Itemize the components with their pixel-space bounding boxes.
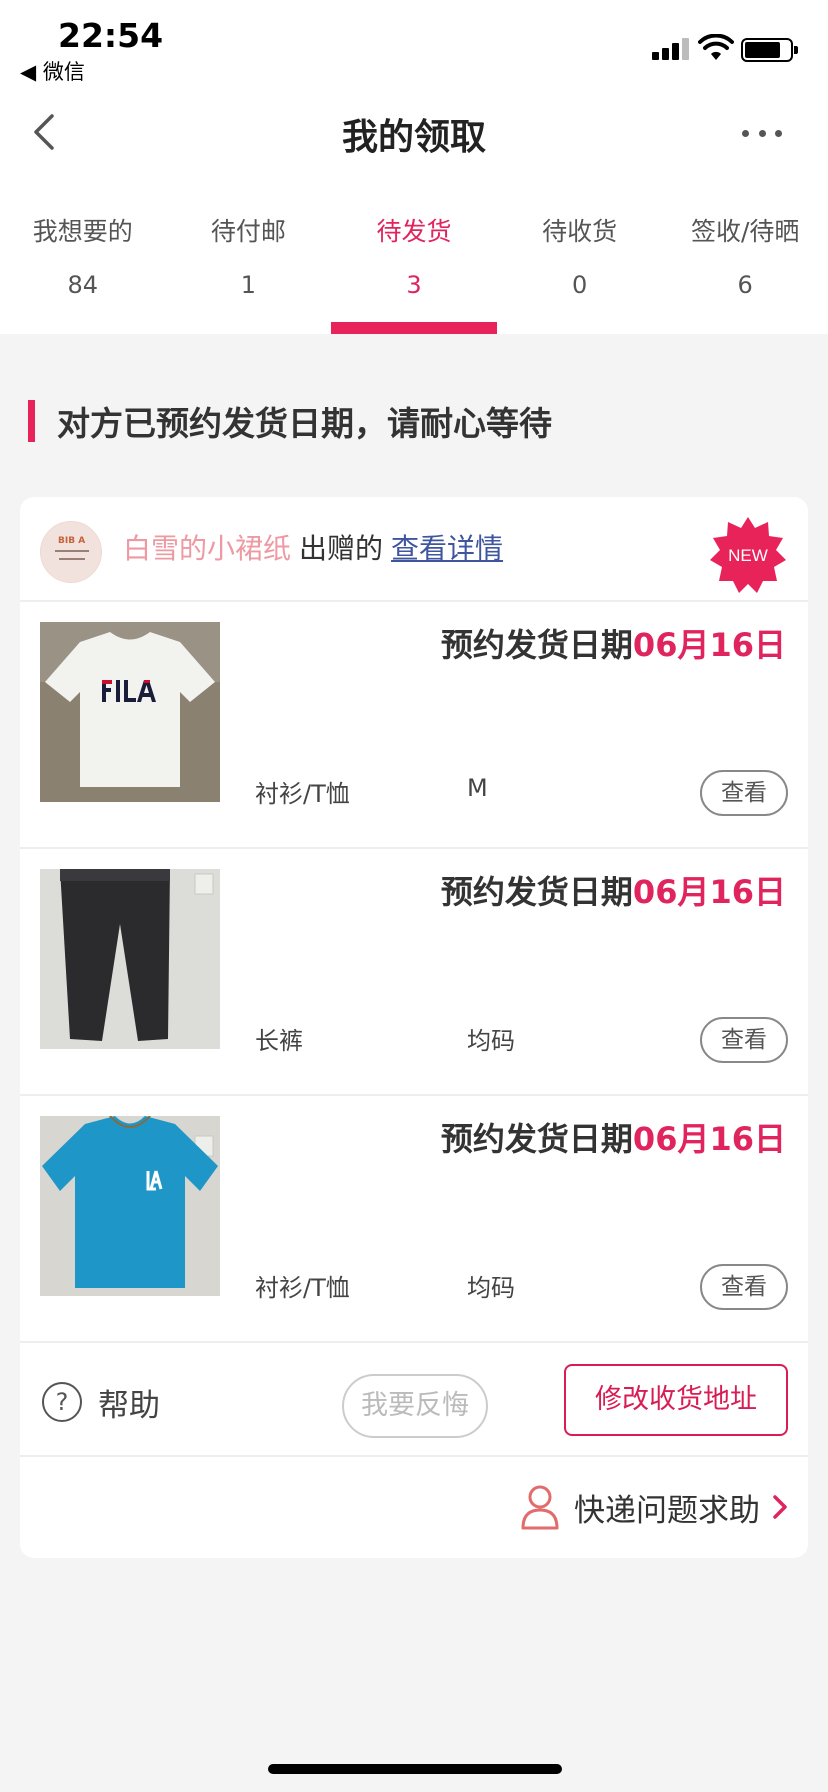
black-pants-photo <box>40 869 220 1049</box>
giver-info: 白雪的小裙纸 出赠的 查看详情 <box>123 529 503 569</box>
action-row: ? 帮助 我要反悔 修改收货地址 <box>20 1344 808 1457</box>
date-label: 预约发货日期 <box>440 1120 633 1158</box>
tab-count: 84 <box>67 271 99 299</box>
view-button[interactable]: 查看 <box>700 1264 788 1310</box>
fila-tshirt-photo <box>40 622 220 802</box>
view-button[interactable]: 查看 <box>700 1017 788 1063</box>
order-card: BIB A 白雪的小裙纸 出赠的 查看详情 NEW 预约发货日期06月16日 衬衫/… <box>20 497 808 1558</box>
battery-icon <box>741 38 798 62</box>
avatar[interactable]: BIB A <box>40 521 102 583</box>
tab-bar: 我想要的 84 待付邮 1 待发货 3 待收货 0 签收/待晒 6 <box>0 212 828 334</box>
tab-pending-receipt[interactable]: 待收货 0 <box>497 212 663 334</box>
tab-pending-postage[interactable]: 待付邮 1 <box>166 212 332 334</box>
tab-count: 6 <box>737 271 753 299</box>
express-help-link[interactable]: 快递问题求助 <box>520 1481 788 1533</box>
notice-text: 对方已预约发货日期，请耐心等待 <box>57 404 552 443</box>
item-category: 衬衫/T恤 <box>255 780 350 808</box>
wifi-icon <box>698 34 734 60</box>
help-icon[interactable]: ? <box>42 1382 82 1422</box>
date-value: 06月16日 <box>632 1120 786 1158</box>
shipment-notice: 对方已预约发货日期，请耐心等待 <box>28 400 552 443</box>
new-badge-icon: NEW <box>710 517 786 593</box>
express-help-row: 快递问题求助 <box>20 1457 808 1558</box>
help-label[interactable]: 帮助 <box>98 1380 160 1425</box>
person-icon <box>521 1485 559 1530</box>
item-category: 长裤 <box>255 1027 303 1055</box>
tab-count: 0 <box>571 271 588 299</box>
back-to-wechat-link[interactable]: ◀ 微信 <box>20 56 85 86</box>
scheduled-ship-date: 预约发货日期06月16日 <box>441 867 786 913</box>
view-details-link[interactable]: 查看详情 <box>391 532 503 565</box>
express-help-label: 快递问题求助 <box>574 1492 760 1529</box>
tab-wanted[interactable]: 我想要的 84 <box>0 212 166 334</box>
date-label: 预约发货日期 <box>440 873 633 911</box>
item-size: 均码 <box>467 1027 515 1055</box>
tab-count: 1 <box>240 271 257 299</box>
page-title: 我的领取 <box>341 117 486 158</box>
tab-label: 待付邮 <box>210 217 286 246</box>
item-size: M <box>467 774 488 802</box>
tab-count: 3 <box>406 271 422 299</box>
scheduled-ship-date: 预约发货日期06月16日 <box>441 1114 786 1160</box>
giver-verb: 出赠的 <box>299 532 384 565</box>
item-category: 衬衫/T恤 <box>255 1274 350 1302</box>
list-item: 预约发货日期06月16日 长裤 均码 查看 <box>20 849 808 1096</box>
list-item: 预约发货日期06月16日 衬衫/T恤 均码 查看 <box>20 1096 808 1343</box>
notice-accent-bar <box>28 400 35 442</box>
tab-signed-share[interactable]: 签收/待晒 6 <box>662 212 828 334</box>
home-indicator[interactable] <box>268 1764 562 1774</box>
tab-label: 待发货 <box>376 217 452 246</box>
chevron-right-icon <box>773 1495 787 1519</box>
date-value: 06月16日 <box>632 873 786 911</box>
new-badge-label: NEW <box>728 546 768 565</box>
change-address-button[interactable]: 修改收货地址 <box>564 1364 788 1436</box>
list-item: 预约发货日期06月16日 衬衫/T恤 M 查看 <box>20 602 808 849</box>
giver-row: BIB A 白雪的小裙纸 出赠的 查看详情 NEW <box>20 497 808 602</box>
more-options-icon[interactable] <box>742 118 782 148</box>
status-time: 22:54 <box>58 16 164 55</box>
giver-name[interactable]: 白雪的小裙纸 <box>123 532 291 565</box>
scheduled-ship-date: 预约发货日期06月16日 <box>441 620 786 666</box>
blue-la-tshirt-photo <box>40 1116 220 1296</box>
tab-label: 待收货 <box>542 217 618 246</box>
view-button[interactable]: 查看 <box>700 770 788 816</box>
date-label: 预约发货日期 <box>440 626 633 664</box>
date-value: 06月16日 <box>632 626 786 664</box>
tab-pending-shipment[interactable]: 待发货 3 <box>331 212 497 334</box>
regret-button[interactable]: 我要反悔 <box>342 1374 488 1438</box>
tab-label: 签收/待晒 <box>690 217 800 246</box>
cellular-signal-icon <box>652 38 690 60</box>
tab-label: 我想要的 <box>32 217 133 246</box>
active-tab-indicator <box>331 322 497 334</box>
item-size: 均码 <box>467 1274 515 1302</box>
